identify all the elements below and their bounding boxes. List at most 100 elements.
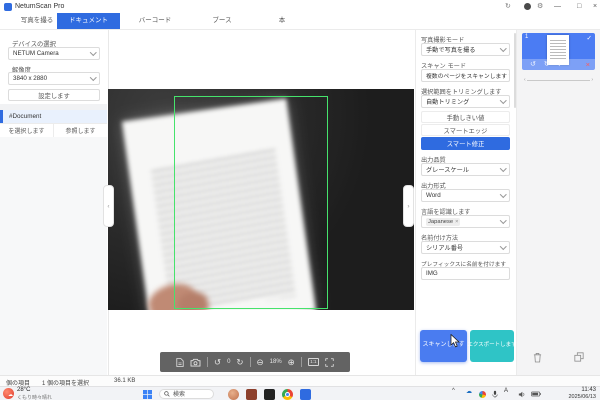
device-select[interactable]: NETUM Camera xyxy=(8,47,100,60)
thumbnail-text-lines xyxy=(550,40,566,61)
fit-screen-icon[interactable] xyxy=(325,358,334,367)
tab-booth[interactable]: ブース xyxy=(207,13,237,29)
move-down-icon[interactable]: ↓ xyxy=(558,62,561,68)
tray-chevron-up-icon[interactable]: ^ xyxy=(452,388,455,394)
device-sidebar: デバイスの選択 NETUM Camera 解像度 3840 x 2880 設定し… xyxy=(0,30,109,375)
taskbar-app-avatar[interactable] xyxy=(228,389,239,400)
chevron-down-icon xyxy=(90,74,96,80)
camera-icon[interactable] xyxy=(190,358,201,367)
rotate-right-icon[interactable]: ↻ xyxy=(236,358,243,367)
thumbnails-panel: 1 ✓ ↺ ↻ ↓ × ‹ › xyxy=(517,30,600,375)
tab-book[interactable]: 本 xyxy=(275,13,289,29)
chevron-down-icon xyxy=(500,165,506,171)
battery-icon[interactable] xyxy=(531,391,541,397)
slider-right-arrow[interactable]: › xyxy=(591,77,593,83)
slider-left-arrow[interactable]: ‹ xyxy=(524,77,526,83)
user-avatar-icon[interactable] xyxy=(524,3,531,10)
minimize-button[interactable]: — xyxy=(554,2,561,12)
slider-track[interactable] xyxy=(527,80,591,81)
prefix-input-value: IMG xyxy=(426,270,438,277)
tab-bar: 写真を撮る ドキュメント バーコード ブース 本 xyxy=(0,13,600,30)
resolution-select[interactable]: 3840 x 2880 xyxy=(8,72,100,85)
document-list-item[interactable]: #Document xyxy=(0,110,107,123)
tab-document[interactable]: ドキュメント xyxy=(57,13,120,29)
maximize-button[interactable]: □ xyxy=(577,2,581,12)
rotate-right-icon[interactable]: ↻ xyxy=(544,61,550,68)
taskbar-app-terminal[interactable] xyxy=(264,389,275,400)
app-title: NetumScan Pro xyxy=(15,3,64,10)
smart-edge-button[interactable]: スマートエッジ xyxy=(421,124,510,136)
manual-threshold-button[interactable]: 手動しきい値 xyxy=(421,111,510,123)
cloud-icon: ☁ xyxy=(8,392,13,398)
close-button[interactable]: × xyxy=(593,2,597,12)
thumbnail-item-selected[interactable]: 1 ✓ ↺ ↻ ↓ × xyxy=(522,33,595,70)
rotate-left-icon[interactable]: ↺ xyxy=(214,358,221,367)
chevron-down-icon xyxy=(500,191,506,197)
thumbnail-size-slider[interactable]: ‹ › xyxy=(524,77,593,83)
rotate-left-icon[interactable]: ↺ xyxy=(530,61,536,68)
capture-document-icon[interactable] xyxy=(176,357,184,368)
zoom-in-icon[interactable]: ⊕ xyxy=(288,358,295,367)
volume-icon[interactable] xyxy=(518,391,526,398)
smart-fix-button[interactable]: スマート修正 xyxy=(421,137,510,150)
refresh-icon[interactable]: ↻ xyxy=(505,2,511,12)
onedrive-icon[interactable]: ☁ xyxy=(466,388,472,395)
duplicate-icon[interactable] xyxy=(574,352,584,363)
toolbar-divider xyxy=(250,357,251,367)
mouse-cursor xyxy=(450,334,461,353)
detection-frame xyxy=(174,96,328,309)
trash-icon[interactable] xyxy=(533,352,542,363)
preview-toolbar: ↺ 0 ↻ ⊖ 18% ⊕ 1:1 xyxy=(160,352,350,372)
settings-button[interactable]: 設定します xyxy=(8,89,100,101)
taskbar-app-icon[interactable] xyxy=(300,389,311,400)
crop-select[interactable]: 自動トリミング xyxy=(421,95,510,108)
zoom-out-icon[interactable]: ⊖ xyxy=(257,358,264,367)
scan-mode-select[interactable]: 複数のページをスキャンします xyxy=(421,69,510,82)
tray-app-icon[interactable] xyxy=(479,391,486,398)
file-list-area[interactable] xyxy=(0,137,107,375)
select-all-button[interactable]: を選択します xyxy=(0,124,53,137)
weather-temperature[interactable]: 28°C xyxy=(17,387,30,393)
next-page-arrow[interactable]: › xyxy=(403,185,414,227)
taskbar-clock[interactable]: 11:43 2025/06/13 xyxy=(568,387,596,400)
start-button[interactable] xyxy=(143,390,152,399)
file-size: 36.1 KB xyxy=(114,378,135,384)
language-tag[interactable]: Japanese × xyxy=(426,218,460,226)
clock-time: 11:43 xyxy=(568,387,596,394)
device-select-value: NETUM Camera xyxy=(13,50,59,57)
search-placeholder: 検索 xyxy=(173,389,185,398)
prefix-input[interactable]: IMG xyxy=(421,267,510,280)
taskbar-app-chrome[interactable] xyxy=(282,389,293,400)
camera-preview xyxy=(108,89,414,310)
photo-mode-select[interactable]: 手動で写真を撮る xyxy=(421,43,510,56)
search-icon xyxy=(164,391,170,397)
browse-button[interactable]: 参照します xyxy=(53,124,107,137)
export-button[interactable]: エクスポートします xyxy=(470,330,514,362)
language-select[interactable]: Japanese × xyxy=(421,215,510,228)
gear-icon[interactable]: ⚙ xyxy=(537,2,543,12)
delete-page-icon[interactable]: × xyxy=(586,61,590,69)
tab-barcode[interactable]: バーコード xyxy=(135,13,175,29)
chevron-down-icon xyxy=(509,71,510,77)
netumscan-app: NetumScan Pro ↻ ⚙ — □ × 写真を撮る ドキュメント バーコ… xyxy=(0,0,600,400)
language-tag-value: Japanese xyxy=(428,219,453,225)
thumbnail-index: 1 xyxy=(525,34,528,40)
naming-value: シリアル番号 xyxy=(426,243,463,252)
quality-select[interactable]: グレースケール xyxy=(421,163,510,176)
format-select[interactable]: Word xyxy=(421,189,510,202)
zoom-level-value: 18% xyxy=(270,359,282,365)
taskbar-app-icon[interactable] xyxy=(246,389,257,400)
search-box[interactable]: 検索 xyxy=(159,389,214,399)
actual-size-icon[interactable]: 1:1 xyxy=(308,358,319,367)
resolution-select-value: 3840 x 2880 xyxy=(13,75,47,82)
options-scrollbar[interactable] xyxy=(514,33,517,108)
selected-check-icon: ✓ xyxy=(587,34,592,42)
tab-take-photo[interactable]: 写真を撮る xyxy=(12,13,62,29)
microphone-icon[interactable] xyxy=(492,390,498,399)
weather-description[interactable]: くもり時々晴れ xyxy=(17,394,52,400)
scan-mode-value: 複数のページをスキャンします xyxy=(426,71,507,80)
ime-indicator[interactable]: A xyxy=(504,388,508,394)
prev-page-arrow[interactable]: ‹ xyxy=(103,185,114,227)
remove-tag-icon[interactable]: × xyxy=(455,219,458,225)
naming-select[interactable]: シリアル番号 xyxy=(421,241,510,254)
